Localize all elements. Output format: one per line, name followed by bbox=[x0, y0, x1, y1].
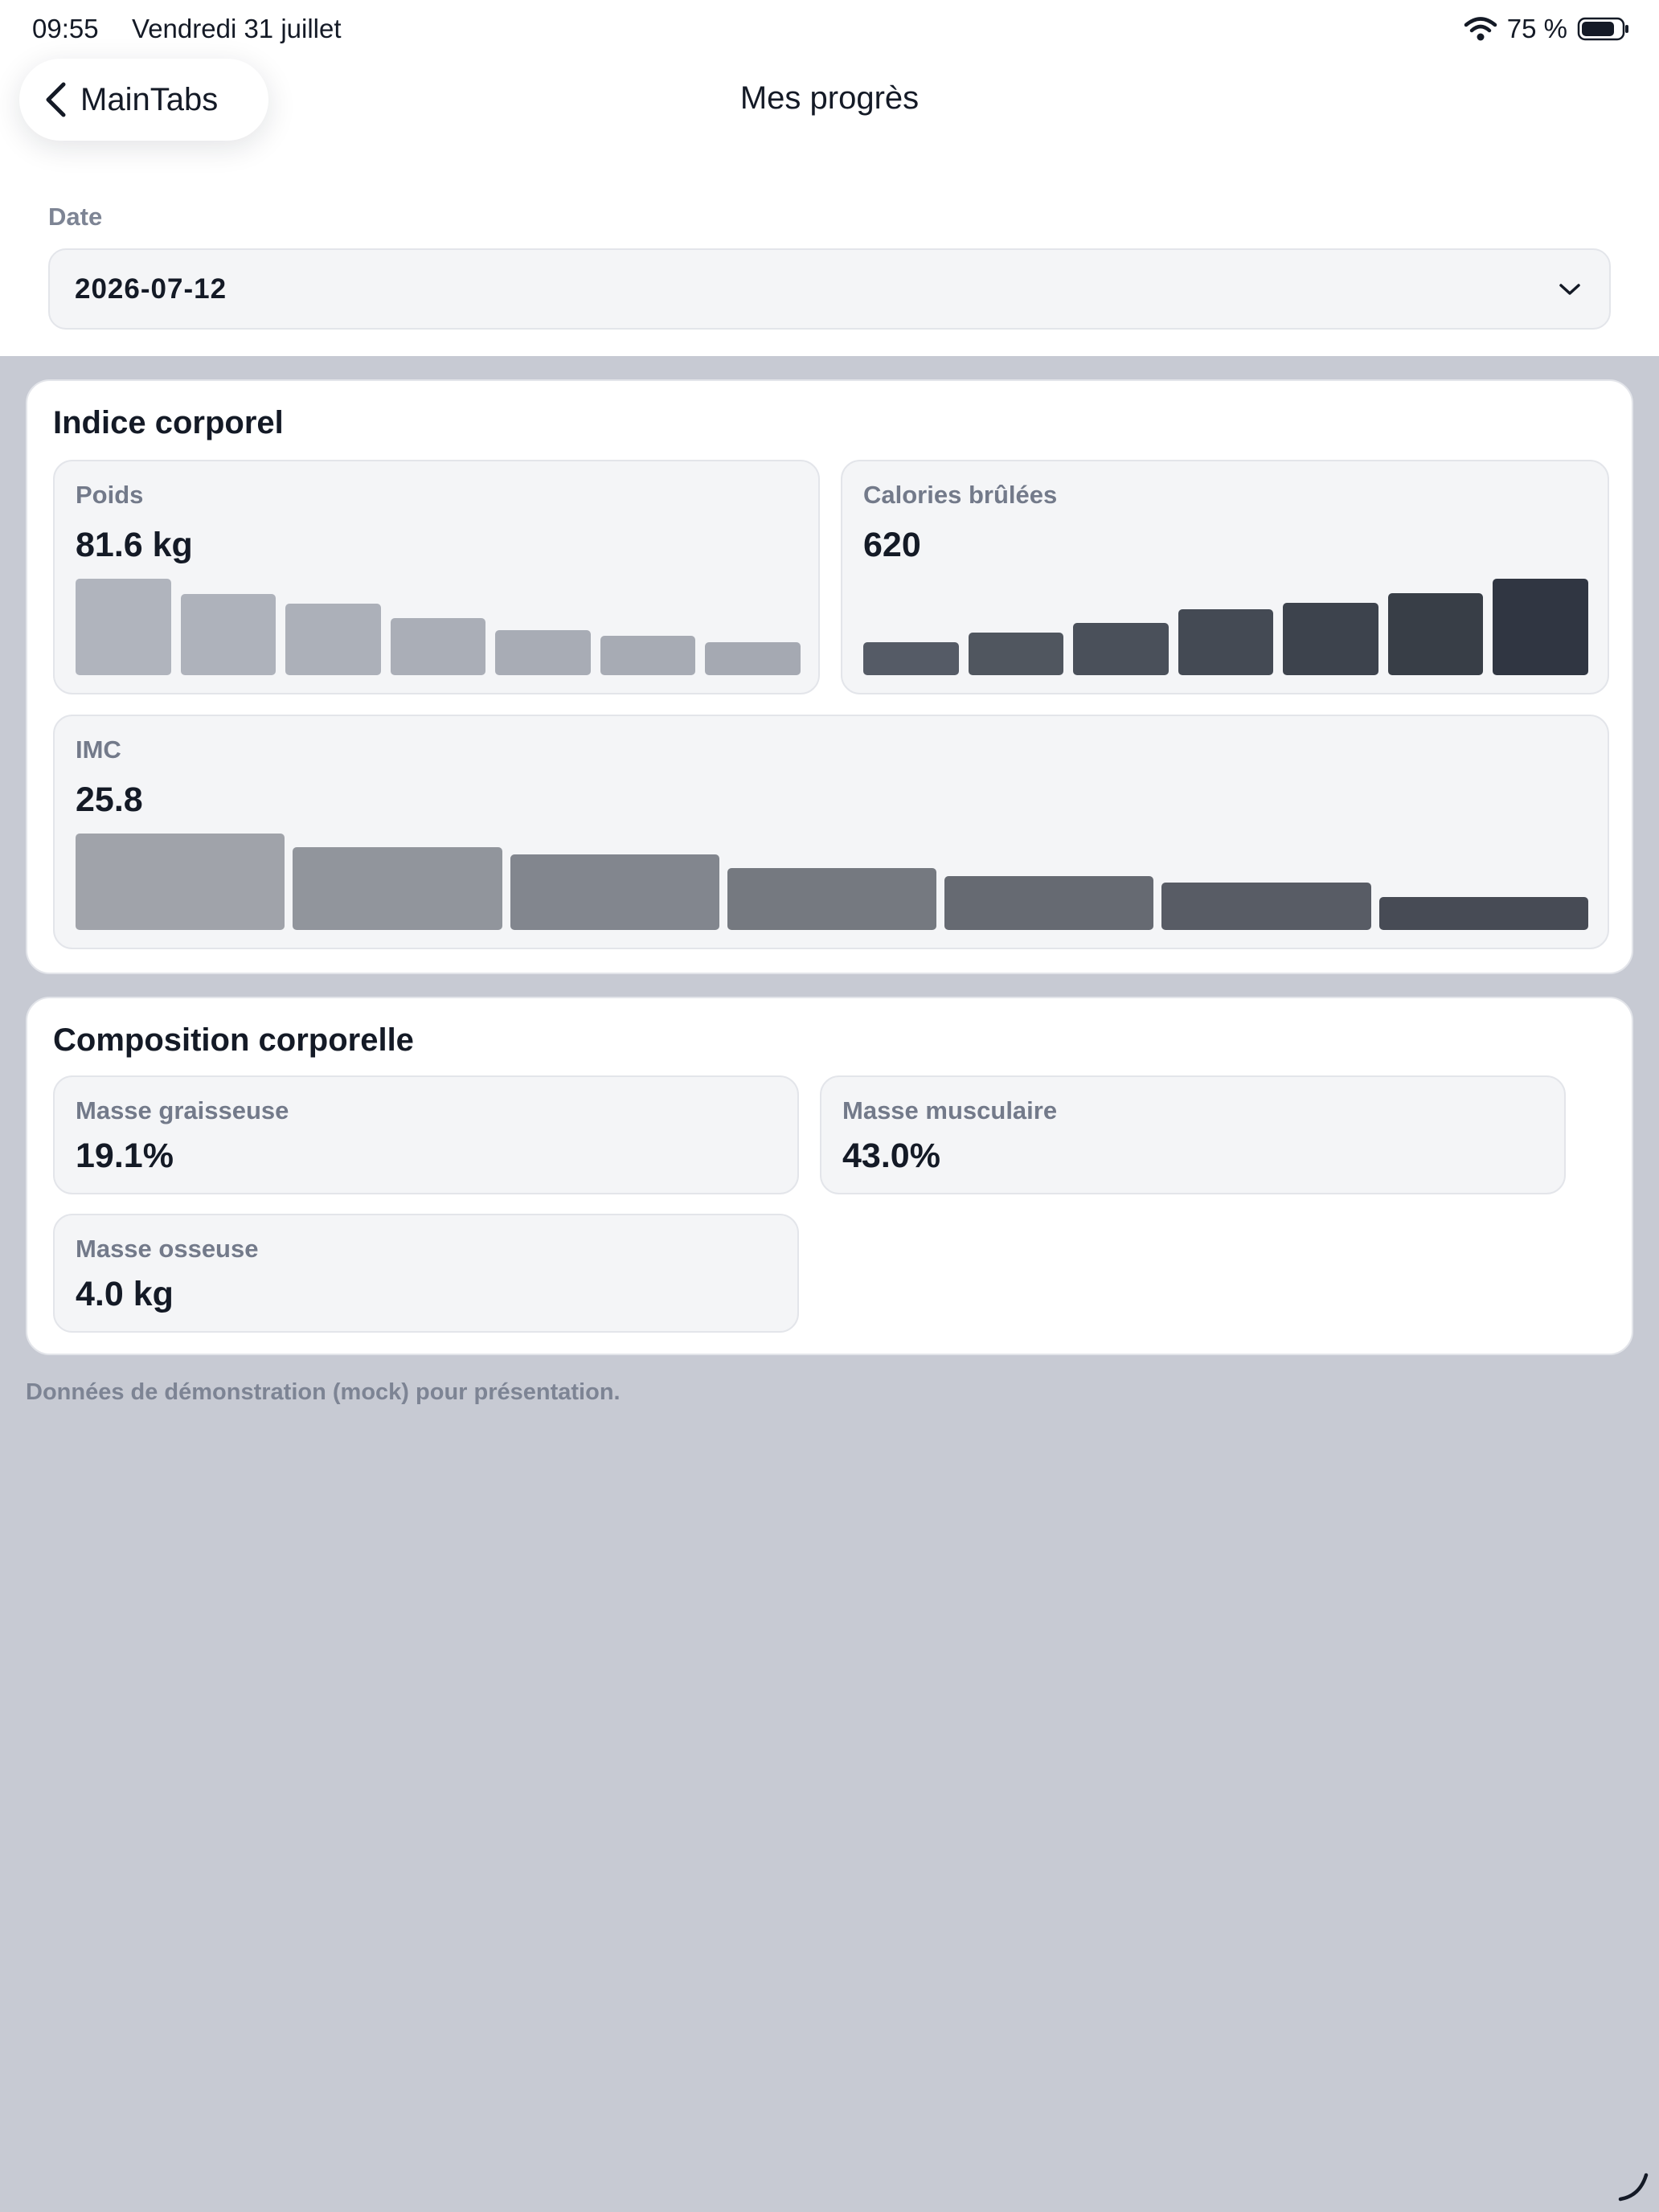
bar bbox=[968, 633, 1064, 675]
bar bbox=[1073, 623, 1169, 675]
tile-label: IMC bbox=[76, 735, 121, 764]
bar bbox=[76, 579, 171, 675]
masse-musculaire-tile: Masse musculaire 43.0% bbox=[820, 1075, 1566, 1194]
status-date: Vendredi 31 juillet bbox=[132, 14, 342, 43]
imc-tile: IMC 25.8 bbox=[53, 715, 1609, 949]
tile-value: 4.0 kg bbox=[76, 1275, 174, 1313]
poids-bars bbox=[76, 579, 801, 675]
battery-icon bbox=[1577, 17, 1628, 41]
bar bbox=[495, 630, 591, 675]
tile-label: Masse osseuse bbox=[76, 1235, 259, 1263]
date-value: 2026-07-12 bbox=[75, 272, 227, 305]
card-title: Indice corporel bbox=[53, 405, 284, 440]
bar bbox=[705, 642, 801, 675]
bar bbox=[944, 876, 1154, 930]
card-title: Composition corporelle bbox=[53, 1022, 414, 1058]
bar bbox=[1283, 603, 1378, 675]
bar bbox=[180, 594, 276, 675]
masse-osseuse-tile: Masse osseuse 4.0 kg bbox=[53, 1214, 799, 1333]
bar bbox=[1387, 593, 1484, 675]
tile-label: Masse graisseuse bbox=[76, 1096, 289, 1124]
header-area: 09:55 Vendredi 31 juillet 75 % MainTabs … bbox=[0, 0, 1659, 356]
battery-percent: 75 % bbox=[1506, 14, 1567, 43]
bar bbox=[1161, 883, 1371, 930]
bar bbox=[1378, 897, 1588, 930]
status-time: 09:55 bbox=[32, 14, 99, 43]
page-title: Mes progrès bbox=[739, 80, 920, 116]
tile-value: 81.6 kg bbox=[76, 526, 193, 564]
bar bbox=[1493, 579, 1589, 675]
masse-graisseuse-tile: Masse graisseuse 19.1% bbox=[53, 1075, 799, 1194]
bar bbox=[285, 604, 381, 675]
tile-label: Calories brûlées bbox=[863, 481, 1058, 509]
bar bbox=[76, 834, 285, 930]
status-bar: 09:55 Vendredi 31 juillet 75 % bbox=[0, 0, 1659, 58]
imc-bars bbox=[76, 834, 1588, 930]
date-label: Date bbox=[48, 203, 103, 231]
composition-card: Composition corporelle Masse graisseuse … bbox=[26, 997, 1633, 1355]
bar bbox=[727, 868, 937, 930]
tile-value: 25.8 bbox=[76, 780, 143, 819]
tile-value: 19.1% bbox=[76, 1137, 174, 1175]
chevron-down-icon bbox=[1559, 283, 1580, 295]
bar bbox=[863, 642, 959, 675]
tile-value: 43.0% bbox=[842, 1137, 940, 1175]
bar bbox=[293, 847, 502, 930]
indice-corporel-card: Indice corporel Poids 81.6 kg Calories b… bbox=[26, 379, 1633, 974]
bar bbox=[390, 618, 486, 675]
calories-tile: Calories brûlées 620 bbox=[841, 460, 1609, 694]
resize-handle-icon[interactable] bbox=[1616, 2169, 1651, 2204]
bar bbox=[600, 636, 696, 675]
poids-tile: Poids 81.6 kg bbox=[53, 460, 820, 694]
wifi-icon bbox=[1464, 17, 1497, 41]
bar bbox=[510, 854, 719, 930]
tile-label: Masse musculaire bbox=[842, 1096, 1058, 1124]
date-select[interactable]: 2026-07-12 bbox=[48, 248, 1611, 330]
status-indicators: 75 % bbox=[1464, 13, 1630, 45]
tile-value: 620 bbox=[863, 526, 921, 564]
footnote: Données de démonstration (mock) pour pré… bbox=[26, 1379, 621, 1405]
bar bbox=[1178, 609, 1274, 675]
calories-bars bbox=[863, 579, 1589, 675]
tile-label: Poids bbox=[76, 481, 144, 509]
